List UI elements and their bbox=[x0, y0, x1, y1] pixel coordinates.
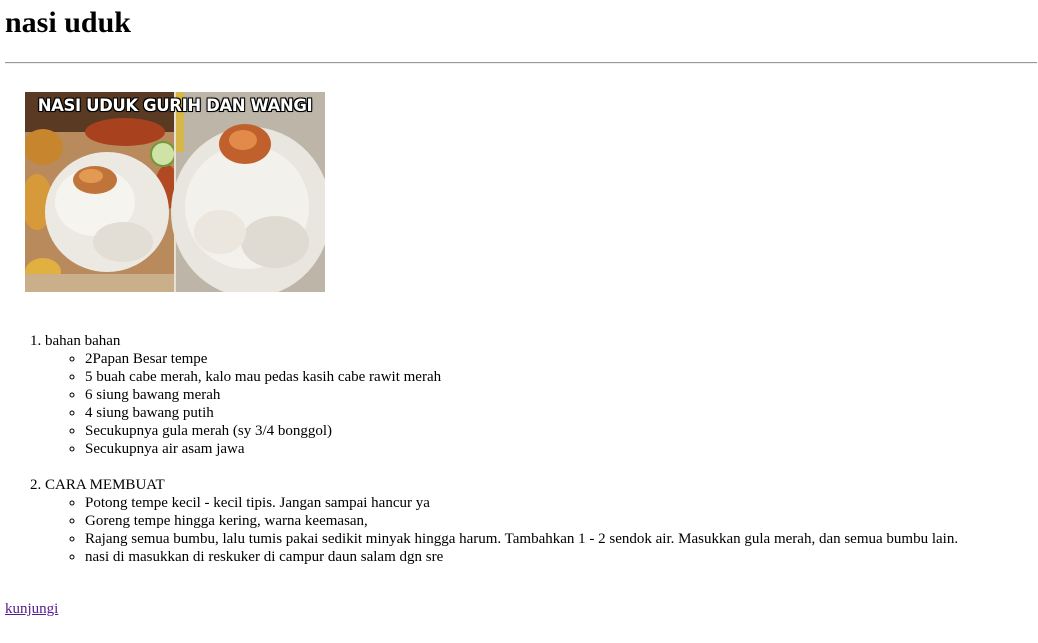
recipe-sections: bahan bahan 2Papan Besar tempe 5 buah ca… bbox=[5, 332, 1033, 566]
recipe-photo-caption: NASI UDUK GURIH DAN WANGI bbox=[37, 96, 313, 115]
recipe-photo-illustration bbox=[25, 92, 325, 292]
list-item: nasi di masukkan di reskuker di campur d… bbox=[85, 548, 1033, 566]
list-item: 5 buah cabe merah, kalo mau pedas kasih … bbox=[85, 368, 1033, 386]
recipe-photo: NASI UDUK GURIH DAN WANGI bbox=[25, 92, 325, 292]
page-content: nasi uduk NASI UDUK GURIH DAN WANGI 1. b… bbox=[0, 0, 1038, 618]
method-list: Potong tempe kecil - kecil tipis. Jangan… bbox=[45, 494, 1033, 566]
visit-link[interactable]: kunjungi bbox=[5, 600, 58, 618]
list-item: 6 siung bawang merah bbox=[85, 386, 1033, 404]
list-item: Potong tempe kecil - kecil tipis. Jangan… bbox=[85, 494, 1033, 512]
list-item: Secukupnya air asam jawa bbox=[85, 440, 1033, 458]
ingredient-list: 2Papan Besar tempe 5 buah cabe merah, ka… bbox=[45, 350, 1033, 458]
list-item: Goreng tempe hingga kering, warna keemas… bbox=[85, 512, 1033, 530]
list-item: 2Papan Besar tempe bbox=[85, 350, 1033, 368]
section-heading: CARA MEMBUAT bbox=[45, 477, 165, 493]
list-item: 4 siung bawang putih bbox=[85, 404, 1033, 422]
list-item: Secukupnya gula merah (sy 3/4 bonggol) bbox=[85, 422, 1033, 440]
section-ingredients: bahan bahan 2Papan Besar tempe 5 buah ca… bbox=[45, 332, 1033, 458]
list-item: Rajang semua bumbu, lalu tumis pakai sed… bbox=[85, 530, 1033, 548]
section-heading: bahan bahan bbox=[45, 333, 121, 349]
title-divider bbox=[5, 62, 1037, 64]
page-title: nasi uduk bbox=[5, 6, 131, 39]
section-method: CARA MEMBUAT Potong tempe kecil - kecil … bbox=[45, 476, 1033, 566]
